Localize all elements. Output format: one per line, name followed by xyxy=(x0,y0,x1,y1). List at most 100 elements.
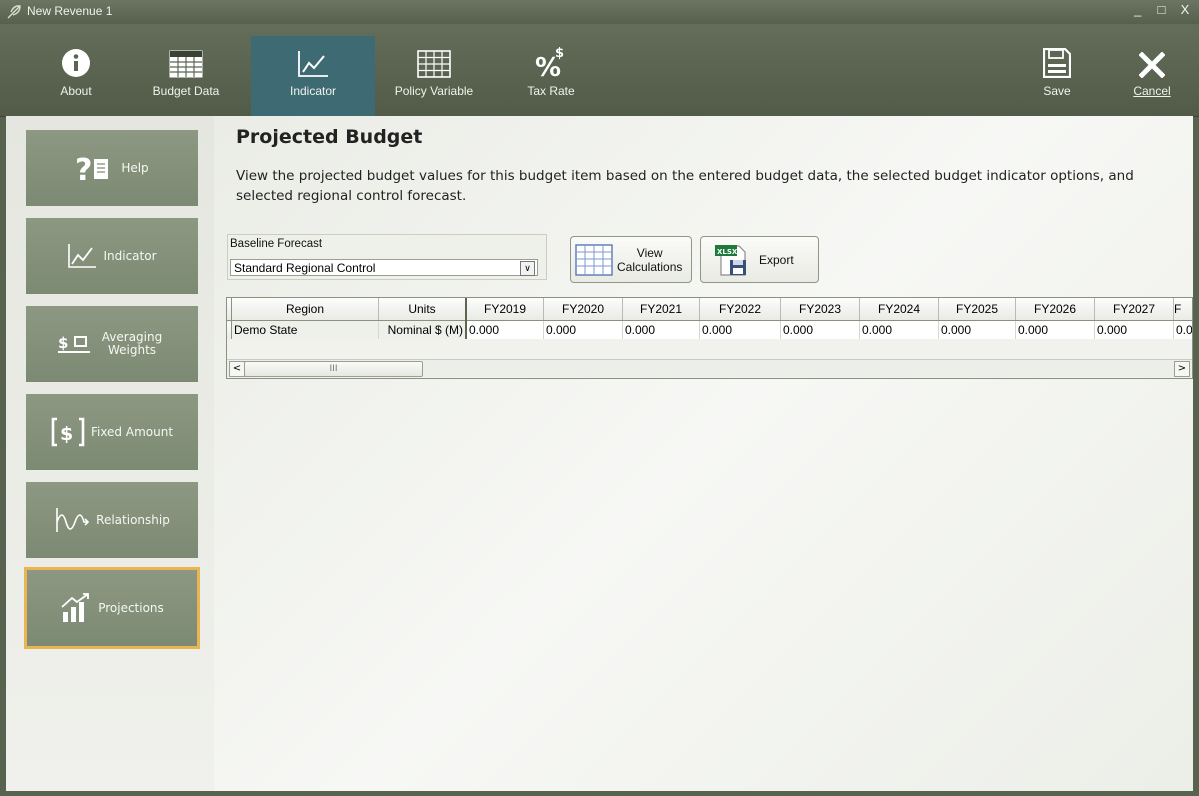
sidebar-label-help: Help xyxy=(121,160,149,175)
sidebar-item-projections[interactable]: Projections xyxy=(24,567,200,649)
cancel-button[interactable]: Cancel xyxy=(1118,36,1186,116)
scroll-right-button[interactable]: > xyxy=(1174,361,1190,377)
value-cell[interactable]: 0.000 xyxy=(1015,320,1095,339)
page-title: Projected Budget xyxy=(236,126,423,148)
close-window-button[interactable]: X xyxy=(1177,2,1195,17)
baseline-forecast-label: Baseline Forecast xyxy=(230,238,323,250)
column-header[interactable]: Units xyxy=(378,298,467,321)
about-label: About xyxy=(60,84,92,98)
sidebar-item-relationship[interactable]: Relationship xyxy=(26,482,198,558)
close-icon xyxy=(1139,52,1165,78)
tax-rate-button[interactable]: % $ Tax Rate xyxy=(516,36,586,116)
svg-text:$: $ xyxy=(555,46,564,61)
baseline-forecast-select[interactable]: Standard Regional Control ∨ xyxy=(230,259,538,276)
grid-header-row: Region Units FY2019 FY2020 FY2021 FY2022 FY202… xyxy=(227,298,1192,321)
export-button[interactable]: XLSX Export xyxy=(700,236,819,283)
sidebar: ? Help Indicator $ Averaging Weights $ F… xyxy=(6,116,214,791)
horizontal-scrollbar[interactable]: < III > xyxy=(227,359,1192,377)
sidebar-label-relationship: Relationship xyxy=(96,512,170,527)
help-icon: ? xyxy=(75,153,109,183)
app-window: New Revenue 1 _ □ X About Budget Data In… xyxy=(0,0,1199,796)
save-button[interactable]: Save xyxy=(1022,36,1092,116)
column-header[interactable]: FY2020 xyxy=(543,298,623,321)
minimize-button[interactable]: _ xyxy=(1130,2,1148,17)
budget-data-button[interactable]: Budget Data xyxy=(140,36,232,116)
line-chart-icon xyxy=(68,244,97,268)
column-header[interactable]: FY2023 xyxy=(780,298,860,321)
sidebar-label-indicator: Indicator xyxy=(103,248,157,263)
value-cell[interactable]: 0.000 xyxy=(543,320,623,339)
value-cell[interactable]: 0.000 xyxy=(859,320,939,339)
policy-variable-label: Policy Variable xyxy=(394,84,474,98)
column-header[interactable]: FY2026 xyxy=(1015,298,1095,321)
relationship-icon xyxy=(56,508,90,532)
table-row[interactable]: Demo State Nominal $ (M) 0.000 0.000 0.000 0.… xyxy=(227,320,1192,339)
column-header[interactable]: FY2024 xyxy=(859,298,939,321)
cancel-label: Cancel xyxy=(1133,84,1171,98)
fixed-amount-icon: $ xyxy=(51,417,85,447)
chevron-down-icon[interactable]: ∨ xyxy=(520,261,535,276)
value-cell[interactable]: 0.000 xyxy=(622,320,700,339)
region-cell[interactable]: Demo State xyxy=(231,320,379,339)
svg-text:$: $ xyxy=(60,423,73,445)
sidebar-label-projections: Projections xyxy=(98,600,164,615)
column-header[interactable]: FY2021 xyxy=(622,298,700,321)
column-header[interactable]: Region xyxy=(231,298,379,321)
grid-icon xyxy=(417,50,451,78)
save-label: Save xyxy=(1043,84,1071,98)
value-cell[interactable]: 0.000 xyxy=(938,320,1016,339)
table-icon xyxy=(169,50,203,78)
sidebar-label-fixed-amount: Fixed Amount xyxy=(90,424,174,439)
view-calculations-label-2: Calculations xyxy=(617,259,683,274)
window-controls: _ □ X xyxy=(1130,2,1195,17)
line-chart-icon xyxy=(298,51,328,77)
projections-table: Region Units FY2019 FY2020 FY2021 FY2022 FY202… xyxy=(227,298,1192,339)
scrollbar-thumb[interactable]: III xyxy=(244,361,423,377)
scroll-left-button[interactable]: < xyxy=(229,361,245,377)
projections-grid[interactable]: Region Units FY2019 FY2020 FY2021 FY2022 FY202… xyxy=(226,297,1193,379)
column-header[interactable]: FY2025 xyxy=(938,298,1016,321)
about-button[interactable]: About xyxy=(40,36,112,116)
excel-export-icon: XLSX xyxy=(715,244,746,276)
column-header[interactable]: FY2027 xyxy=(1094,298,1174,321)
budget-data-label: Budget Data xyxy=(152,84,220,98)
leaf-icon xyxy=(7,5,21,19)
work-area: ? Help Indicator $ Averaging Weights $ F… xyxy=(6,116,1193,791)
maximize-button[interactable]: □ xyxy=(1153,2,1171,17)
xlsx-badge: XLSX xyxy=(717,248,738,256)
baseline-forecast-value: Standard Regional Control xyxy=(234,261,376,275)
sidebar-item-averaging-weights[interactable]: $ Averaging Weights xyxy=(26,306,198,382)
baseline-forecast-group: Baseline Forecast Standard Regional Cont… xyxy=(227,234,547,280)
tax-rate-label: Tax Rate xyxy=(527,84,575,98)
value-cell[interactable]: 0.000 xyxy=(466,320,544,339)
sidebar-item-indicator[interactable]: Indicator xyxy=(26,218,198,294)
value-cell[interactable]: 0.000 xyxy=(780,320,860,339)
sidebar-label-averaging-weights: Averaging Weights xyxy=(101,330,163,357)
indicator-tab-button[interactable]: Indicator xyxy=(251,36,375,116)
sidebar-item-fixed-amount[interactable]: $ Fixed Amount xyxy=(26,394,198,470)
export-label: Export xyxy=(759,252,794,267)
averaging-weights-icon: $ xyxy=(58,334,90,353)
view-calculations-button[interactable]: View Calculations xyxy=(570,236,692,283)
value-cell[interactable]: 0.0 xyxy=(1173,320,1192,339)
info-icon xyxy=(62,49,90,77)
view-calculations-label-1: View xyxy=(636,245,663,260)
save-icon xyxy=(1043,48,1071,78)
value-cell[interactable]: 0.000 xyxy=(1094,320,1174,339)
grid-body: Demo State Nominal $ (M) 0.000 0.000 0.000 0.… xyxy=(227,320,1192,339)
column-header[interactable]: FY2019 xyxy=(466,298,544,321)
ribbon-toolbar: About Budget Data Indicator Policy Varia… xyxy=(0,24,1199,117)
sidebar-item-help[interactable]: ? Help xyxy=(26,130,198,206)
column-header[interactable]: FY2022 xyxy=(699,298,781,321)
column-header[interactable]: F xyxy=(1173,298,1192,321)
page-description: View the projected budget values for thi… xyxy=(236,168,1134,204)
policy-variable-button[interactable]: Policy Variable xyxy=(382,36,486,116)
percent-dollar-icon: %$ xyxy=(535,46,564,78)
value-cell[interactable]: 0.000 xyxy=(699,320,781,339)
projections-icon xyxy=(61,593,90,622)
svg-text:$: $ xyxy=(58,334,68,352)
window-title: New Revenue 1 xyxy=(27,4,113,18)
indicator-label: Indicator xyxy=(289,84,337,98)
main-content: Projected Budget View the projected budg… xyxy=(224,116,1193,791)
units-cell[interactable]: Nominal $ (M) xyxy=(378,320,467,339)
